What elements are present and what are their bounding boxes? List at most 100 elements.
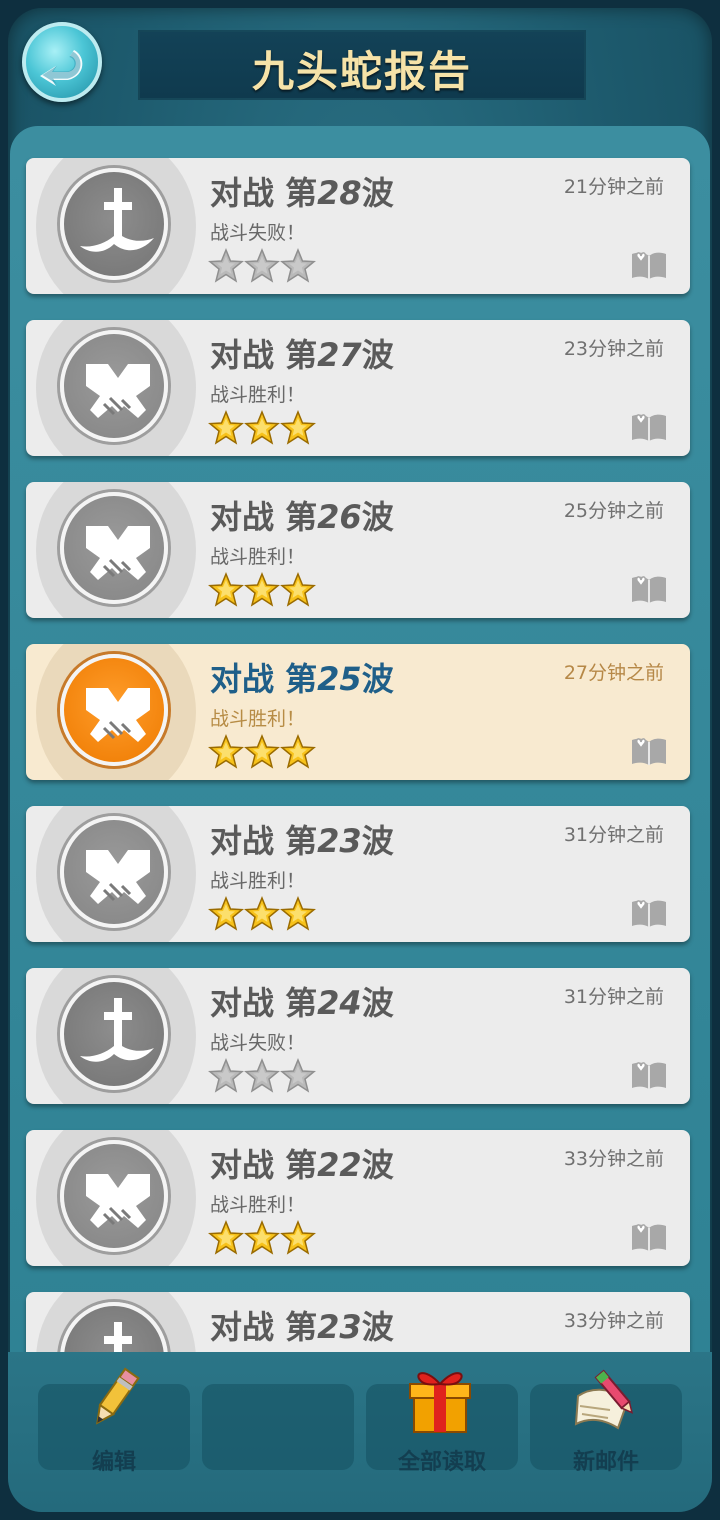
report-result: 战斗胜利！ [210, 1194, 306, 1216]
report-result: 战斗胜利！ [210, 870, 306, 892]
crossed-swords-icon [60, 330, 168, 442]
fallen-sword-icon [60, 978, 168, 1090]
report-wave-number: 22 [317, 1146, 362, 1184]
report-title: 对战 第26波 [210, 492, 394, 538]
star-filled-icon [208, 572, 244, 608]
crossed-swords-icon [60, 654, 168, 766]
star-filled-icon [208, 734, 244, 770]
report-time: 33分钟之前 [563, 1310, 664, 1332]
replay-book-icon[interactable] [630, 896, 668, 928]
report-title-suffix: 波 [361, 984, 394, 1022]
report-title-prefix: 对战 第 [210, 336, 318, 374]
new-mail-label: 新邮件 [572, 1450, 639, 1475]
report-title-suffix: 波 [361, 336, 394, 374]
scroll-quill-icon [574, 1369, 634, 1430]
replay-book-icon[interactable] [630, 1058, 668, 1090]
star-empty-icon [280, 1058, 316, 1094]
star-rating [208, 1058, 316, 1094]
edit-button[interactable]: 编辑 [38, 1367, 190, 1475]
report-card[interactable]: 对战 第26波战斗胜利！ 25分钟之前 [26, 482, 690, 618]
crossed-swords-icon [60, 492, 168, 604]
read-all-label: 全部读取 [397, 1450, 486, 1475]
report-title-prefix: 对战 第 [210, 1146, 318, 1184]
report-time: 21分钟之前 [563, 176, 664, 198]
report-title-suffix: 波 [361, 660, 394, 698]
report-time: 25分钟之前 [563, 500, 664, 522]
report-title-suffix: 波 [361, 498, 394, 536]
edit-label: 编辑 [91, 1450, 136, 1475]
back-arrow-icon [40, 50, 83, 86]
report-list: 对战 第28波 战斗失败！ 21分钟之前 对战 第27波 战斗胜利！ 23分钟之前 对战 第… [26, 158, 690, 1358]
report-list-panel[interactable]: 对战 第28波 战斗失败！ 21分钟之前 对战 第27波 战斗胜利！ 23分钟之前 对战 第… [10, 126, 710, 1358]
star-filled-icon [244, 572, 280, 608]
read-all-button[interactable]: 全部读取 [366, 1372, 518, 1475]
report-result: 战斗胜利！ [210, 708, 306, 730]
empty-slot [202, 1384, 354, 1470]
star-filled-icon [280, 572, 316, 608]
replay-book-icon[interactable] [630, 248, 668, 280]
report-card[interactable]: 对战 第23波 战斗胜利！ 31分钟之前 [26, 806, 690, 942]
star-empty-icon [280, 248, 316, 284]
report-wave-number: 25 [317, 660, 362, 698]
star-filled-icon [244, 896, 280, 932]
crossed-swords-icon [60, 816, 168, 928]
page-title: 九头蛇报告 [251, 47, 472, 96]
star-rating [208, 248, 316, 284]
report-title-prefix: 对战 第 [210, 822, 318, 860]
new-mail-button[interactable]: 新邮件 [530, 1369, 682, 1475]
star-filled-icon [280, 734, 316, 770]
report-title: 对战 第28波 [210, 168, 394, 214]
report-wave-number: 23 [317, 1308, 362, 1346]
star-rating [208, 1220, 316, 1256]
star-empty-icon [244, 1058, 280, 1094]
report-card[interactable]: 对战 第25波战斗胜利！ 27分钟之前 [26, 644, 690, 780]
report-card[interactable]: 对战 第27波 战斗胜利！ 23分钟之前 [26, 320, 690, 456]
replay-book-icon[interactable] [630, 734, 668, 766]
crossed-swords-icon [60, 1140, 168, 1252]
report-wave-number: 26 [317, 498, 362, 536]
report-time: 23分钟之前 [563, 338, 664, 360]
gift-icon [409, 1372, 471, 1433]
star-rating [208, 896, 316, 932]
fallen-sword-icon [60, 1302, 168, 1358]
report-wave-number: 28 [317, 174, 362, 212]
star-filled-icon [280, 1220, 316, 1256]
replay-book-icon[interactable] [630, 1220, 668, 1252]
star-empty-icon [208, 1058, 244, 1094]
report-title-prefix: 对战 第 [210, 498, 318, 536]
fallen-sword-icon [60, 168, 168, 280]
report-card[interactable]: 对战 第28波战斗失败！ 21分钟之前 [26, 158, 690, 294]
report-wave-number: 23 [317, 822, 362, 860]
star-rating [208, 410, 316, 446]
report-result: 战斗失败！ [210, 1032, 306, 1054]
report-result: 战斗胜利！ [210, 546, 306, 568]
report-title: 对战 第22波 [210, 1140, 394, 1186]
star-filled-icon [280, 410, 316, 446]
star-filled-icon [208, 896, 244, 932]
star-rating [208, 734, 316, 770]
replay-book-icon[interactable] [630, 572, 668, 604]
report-card[interactable]: 对战 第23波 33分钟之前 [26, 1292, 690, 1358]
report-wave-number: 27 [317, 336, 362, 374]
star-empty-icon [208, 248, 244, 284]
bottom-toolbar: 编辑 全部读取 新邮件 [8, 1352, 712, 1512]
report-title-suffix: 波 [361, 1146, 394, 1184]
report-wave-number: 24 [317, 984, 362, 1022]
report-title: 对战 第23波 [210, 816, 394, 862]
report-title-suffix: 波 [361, 1308, 394, 1346]
report-title: 对战 第23波 [210, 1302, 394, 1348]
report-time: 31分钟之前 [563, 986, 664, 1008]
report-card[interactable]: 对战 第22波 战斗胜利！ 33分钟之前 [26, 1130, 690, 1266]
pencil-icon [96, 1367, 140, 1425]
replay-book-icon[interactable] [630, 410, 668, 442]
star-filled-icon [208, 1220, 244, 1256]
back-button[interactable] [22, 22, 102, 102]
report-result: 战斗失败！ [210, 222, 306, 244]
report-title-prefix: 对战 第 [210, 660, 318, 698]
star-empty-icon [244, 248, 280, 284]
report-card[interactable]: 对战 第24波战斗失败！ 31分钟之前 [26, 968, 690, 1104]
report-title: 对战 第24波 [210, 978, 394, 1024]
star-filled-icon [244, 1220, 280, 1256]
report-time: 27分钟之前 [563, 662, 664, 684]
star-filled-icon [244, 734, 280, 770]
